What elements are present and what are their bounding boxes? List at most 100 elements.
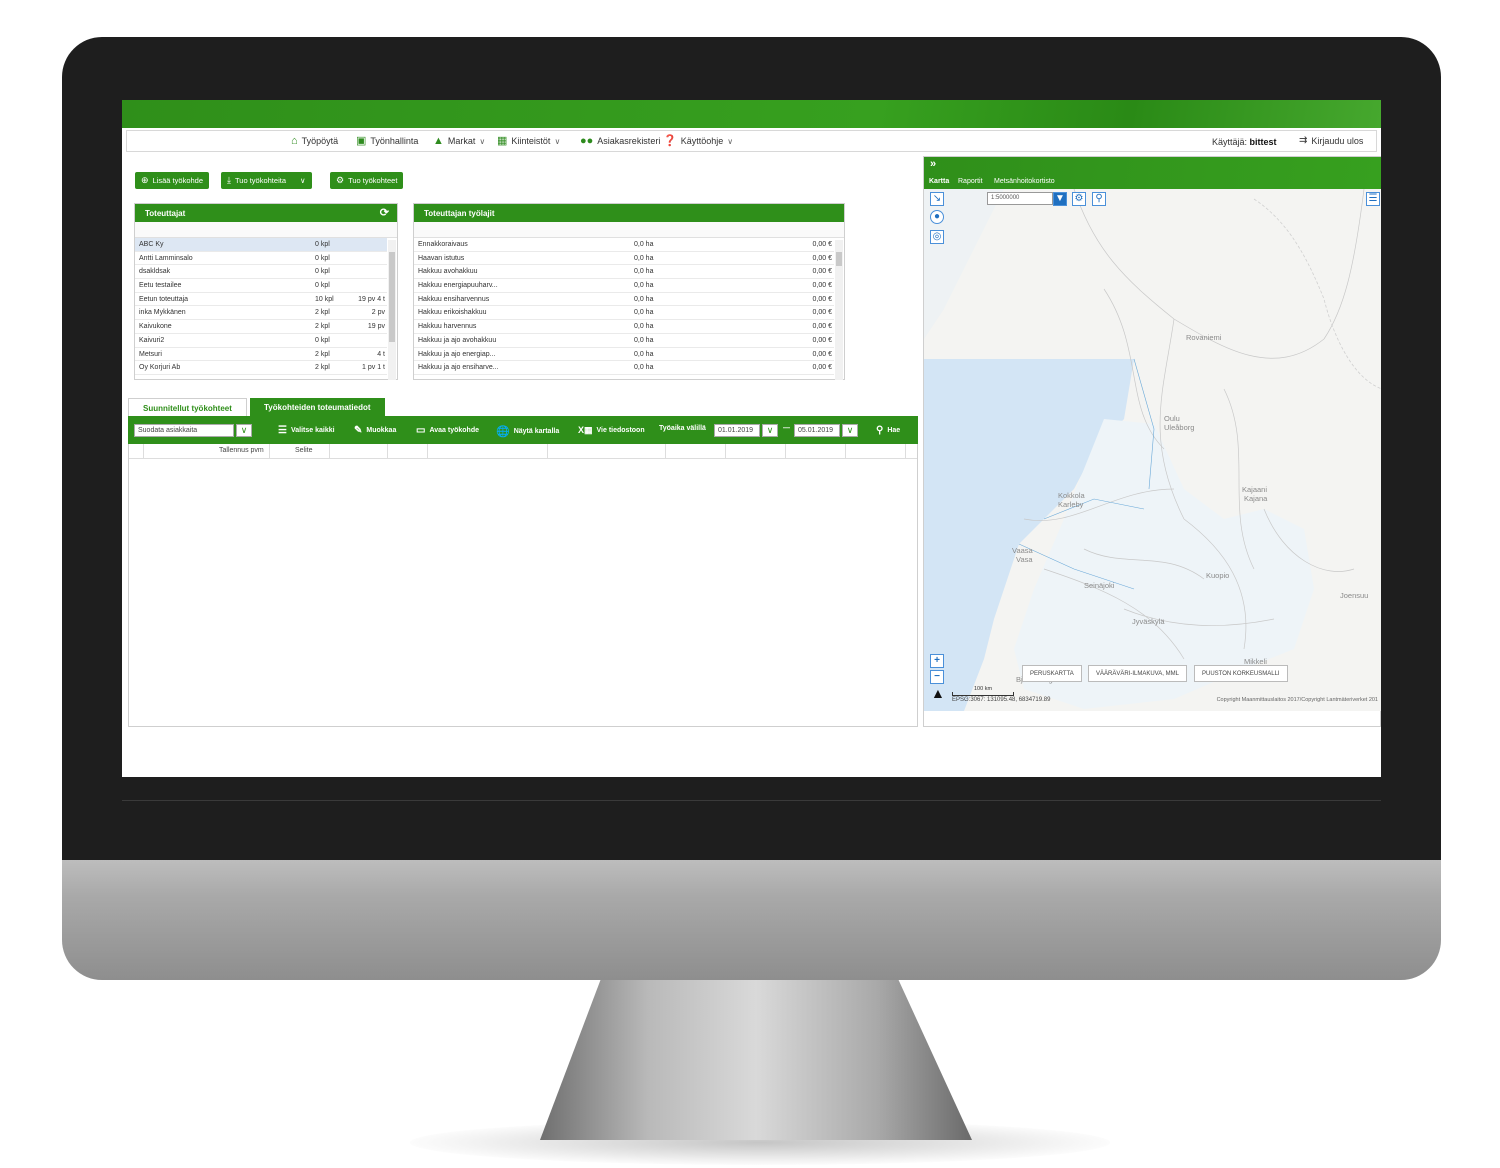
nav-item-markat[interactable]: ▲ Markat ∨ — [433, 135, 486, 146]
worktype-row[interactable]: Hakkuu avohakkuu 0,0 ha 0,00 € — [414, 265, 834, 280]
refresh-icon[interactable]: ⟳ — [380, 206, 389, 219]
executor-row[interactable]: Eetu testailee 0 kpl — [135, 279, 387, 293]
worktype-cost: 0,00 € — [812, 309, 832, 317]
layer-button-basemap[interactable]: PERUSKARTTA — [1022, 665, 1082, 682]
zoom-out-icon[interactable]: − — [930, 670, 944, 684]
location-pin-icon[interactable]: ⚲ — [1092, 192, 1106, 206]
executor-count: 0 kpl — [315, 282, 330, 290]
tab-map[interactable]: Kartta — [929, 178, 949, 185]
gear-icon: ⚙ — [336, 175, 345, 185]
customer-filter-select[interactable]: Suodata asiakkaita — [134, 424, 234, 437]
measure-tool-icon[interactable]: ◎ — [930, 230, 944, 244]
monitor-chin — [62, 860, 1441, 980]
executor-row[interactable]: Eetun toteuttaja 10 kpl 19 pv 4 t — [135, 293, 387, 307]
tab-realized-data[interactable]: Työkohteiden toteumatiedot — [250, 398, 385, 416]
executor-row[interactable]: Kaivuri2 0 kpl — [135, 334, 387, 348]
map-canvas[interactable]: ↘ ● ◎ 1:5000000 ▼ ⚙ ⚲ ☰ Rovaniemi Oulu U… — [924, 189, 1381, 711]
show-on-map-button[interactable]: 🌐 Näytä kartalla — [496, 425, 559, 438]
worktype-row[interactable]: Haavan istutus 0,0 ha 0,00 € — [414, 252, 834, 266]
layer-tool-icon[interactable]: ● — [930, 210, 944, 224]
search-icon: ⚲ — [876, 425, 884, 436]
executor-row[interactable]: inka Mykkänen 2 kpl 2 pv — [135, 306, 387, 321]
column-header-saved-date[interactable]: Tallennus pvm — [219, 447, 264, 454]
download-icon: ⤓ — [227, 175, 231, 185]
worktype-row[interactable]: Hakkuu energiapuuharv... 0,0 ha 0,00 € — [414, 279, 834, 293]
executor-count: 2 kpl — [315, 323, 330, 331]
executor-row[interactable]: Antti Lamminsalo 0 kpl — [135, 252, 387, 266]
executor-row[interactable]: Metsuri 2 kpl 4 t — [135, 348, 387, 362]
chevron-down-icon: ∨ — [479, 136, 486, 146]
worktypes-list: Ennakkoraivaus 0,0 ha 0,00 € Haavan istutus… — [414, 238, 844, 375]
worktype-row[interactable]: Hakkuu ensiharvennus 0,0 ha 0,00 € — [414, 293, 834, 307]
settings-icon[interactable]: ⚙ — [1072, 192, 1086, 206]
tab-planned-worksites[interactable]: Suunnitellut työkohteet — [128, 398, 247, 416]
city-label: Karleby — [1058, 500, 1084, 509]
scale-select[interactable]: 1:5000000 — [987, 192, 1053, 205]
select-all-button[interactable]: ☰ Valitse kaikki — [278, 425, 335, 436]
chevron-down-icon[interactable]: ▼ — [1053, 192, 1067, 206]
edit-button[interactable]: ✎ Muokkaa — [354, 425, 396, 436]
import-file-dropdown[interactable]: ⤓ Tuo työkohteita ∨ — [221, 172, 312, 189]
chevron-down-icon[interactable]: ∨ — [762, 424, 778, 437]
select-tool-icon[interactable]: ↘ — [930, 192, 944, 206]
worktype-row[interactable]: Hakkuu erikoishakkuu 0,0 ha 0,00 € — [414, 306, 834, 321]
executor-time: 2 pv — [371, 309, 385, 317]
worktype-row[interactable]: Hakkuu harvennus 0,0 ha 0,00 € — [414, 320, 834, 334]
layer-button-false-color[interactable]: VÄÄRÄVÄRI-ILMAKUVA, MML — [1088, 665, 1187, 682]
search-button[interactable]: ⚲ Hae — [876, 425, 900, 436]
open-worksite-button[interactable]: ▭ Avaa työkohde — [416, 425, 479, 436]
nav-item-kayttoohje[interactable]: ❓ Käyttöohje ∨ — [663, 135, 733, 146]
chevron-down-icon: ∨ — [300, 176, 306, 185]
nav-item-asiakasrekisteri[interactable]: ●● Asiakasrekisteri — [580, 135, 660, 146]
executors-scrollbar[interactable] — [388, 240, 396, 380]
realized-grid: Tallennus pvm Selite — [128, 444, 918, 727]
executor-row[interactable]: Kaivukone 2 kpl 19 pv — [135, 320, 387, 334]
worktype-row[interactable]: Hakkuu ja ajo energiap... 0,0 ha 0,00 € — [414, 348, 834, 362]
nav-item-tyopoyta[interactable]: ⌂ Työpöytä — [291, 135, 338, 146]
scale-bar-label: 100 km — [974, 686, 993, 692]
city-label: Joensuu — [1340, 591, 1369, 600]
work-period-label: Työaika välillä — [659, 425, 706, 432]
chevron-down-icon[interactable]: ∨ — [842, 424, 858, 437]
current-user: Käyttäjä: bittest — [1212, 137, 1277, 147]
export-button[interactable]: X▦ Vie tiedostoon — [578, 425, 645, 436]
zoom-in-icon[interactable]: + — [930, 654, 944, 668]
layer-button-canopy-height[interactable]: PUUSTON KORKEUSMALLI — [1194, 665, 1288, 682]
map-panel: » Kartta Raportit Metsänhoitokortisto ↘ … — [923, 156, 1381, 727]
chevron-down-icon[interactable]: ∨ — [236, 424, 252, 437]
worktypes-scrollbar[interactable] — [835, 240, 843, 380]
nav-item-kiinteistot[interactable]: ▦ Kiinteistöt ∨ — [497, 135, 560, 146]
executors-panel: Toteuttajat ⟳ ABC Ky 0 kpl Antti Lamminsal… — [134, 203, 398, 380]
logout-button[interactable]: ⇉ Kirjaudu ulos — [1299, 135, 1363, 146]
add-worksite-button[interactable]: ⊕ Lisää työkohde — [135, 172, 209, 189]
layers-icon[interactable]: ☰ — [1366, 192, 1380, 206]
tab-forest-registry[interactable]: Metsänhoitokortisto — [994, 178, 1055, 185]
executor-row[interactable]: ABC Ky 0 kpl — [135, 238, 387, 252]
import-worksites-button[interactable]: ⚙ Tuo työkohteet — [330, 172, 404, 189]
nav-item-tyonhallinta[interactable]: ▣ Työnhallinta — [356, 134, 418, 147]
executor-name: Metsuri — [139, 350, 162, 358]
date-to-input[interactable]: 05.01.2019 — [794, 424, 840, 437]
executor-time: 19 pv 4 t — [358, 295, 385, 303]
worktypes-header: Toteuttajan työlajit — [414, 204, 844, 222]
worktype-cost: 0,00 € — [812, 350, 832, 358]
monitor-stand — [540, 980, 972, 1140]
executor-count: 0 kpl — [315, 336, 330, 344]
collapse-icon[interactable]: » — [930, 158, 936, 170]
date-from-input[interactable]: 01.01.2019 — [714, 424, 760, 437]
grid-header: Tallennus pvm Selite — [129, 444, 917, 459]
city-label: Uleåborg — [1164, 423, 1195, 432]
worktype-row[interactable]: Ennakkoraivaus 0,0 ha 0,00 € — [414, 238, 834, 252]
worktype-row[interactable]: Hakkuu ja ajo avohakkuu 0,0 ha 0,00 € — [414, 334, 834, 348]
briefcase-icon: ▣ — [356, 134, 367, 147]
executor-count: 2 kpl — [315, 364, 330, 372]
executor-row[interactable]: Oy Korjuri Ab 2 kpl 1 pv 1 t — [135, 361, 387, 375]
worktype-area: 0,0 ha — [634, 364, 654, 372]
worktype-row[interactable]: Hakkuu ja ajo ensiharve... 0,0 ha 0,00 € — [414, 361, 834, 375]
city-label: Oulu — [1164, 414, 1180, 423]
tab-reports[interactable]: Raportit — [958, 178, 983, 185]
executor-row[interactable]: dsakldsak 0 kpl — [135, 265, 387, 280]
column-header-description[interactable]: Selite — [295, 447, 313, 454]
worktype-name: Hakkuu ja ajo energiap... — [418, 350, 496, 358]
coordinate-readout: EPSG:3067: 131095.48, 6834719.89 — [952, 697, 1051, 703]
